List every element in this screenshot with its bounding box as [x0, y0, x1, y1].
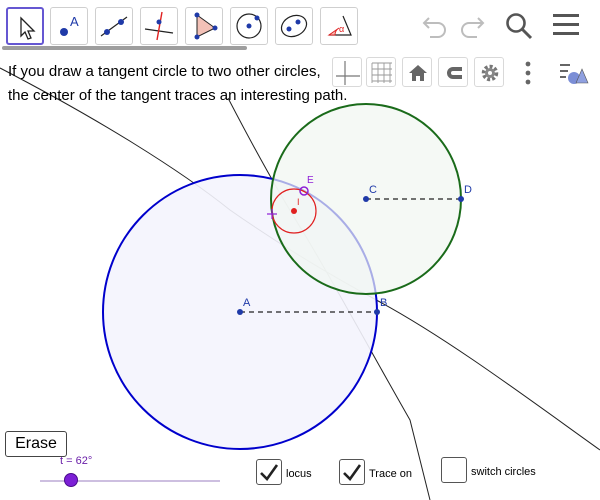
point-c[interactable] [363, 196, 369, 202]
undo-icon[interactable] [420, 10, 450, 40]
ellipse-icon [280, 14, 308, 38]
slider-label: t = 62° [60, 455, 93, 467]
label-b: B [380, 297, 387, 309]
toolbar: A α [0, 0, 600, 52]
label-i: I [297, 197, 300, 207]
point-icon: A [60, 14, 79, 36]
more-vertical-icon[interactable] [518, 60, 538, 86]
tool-perpendicular[interactable] [140, 7, 178, 45]
switch-circles-label: switch circles [471, 466, 536, 478]
menu-icon[interactable] [551, 10, 581, 40]
slider-handle[interactable] [64, 473, 78, 487]
toolbar-scrollbar[interactable] [2, 46, 247, 50]
description-text: If you draw a tangent circle to two othe… [8, 60, 348, 108]
move-arrow-icon [20, 16, 36, 40]
angle-icon: α [327, 15, 352, 36]
point-i[interactable] [291, 208, 297, 214]
search-icon[interactable] [503, 10, 535, 42]
redo-icon[interactable] [457, 10, 487, 40]
label-c: C [369, 184, 377, 196]
description-line-2: the center of the tangent traces an inte… [8, 87, 348, 104]
tool-circle[interactable] [230, 7, 268, 45]
switch-circles-checkbox[interactable] [441, 457, 467, 483]
grid-icon [371, 62, 392, 83]
snap-button[interactable] [438, 57, 468, 87]
point-b[interactable] [374, 309, 380, 315]
trace-label: Trace on [369, 468, 413, 480]
tool-angle[interactable]: α [320, 7, 358, 45]
home-button[interactable] [402, 57, 432, 87]
gear-icon [481, 64, 499, 82]
line-icon [100, 16, 128, 37]
checkmark-icon [343, 464, 362, 482]
shapes-icon[interactable] [556, 60, 592, 88]
tool-line[interactable] [95, 7, 133, 45]
perpendicular-line-icon [144, 11, 174, 41]
locus-checkbox[interactable] [256, 459, 282, 485]
grid-button[interactable] [366, 57, 396, 87]
circle-center-point-icon [236, 13, 262, 39]
polygon-icon [194, 12, 218, 40]
point-d[interactable] [458, 196, 464, 202]
erase-button[interactable]: Erase [5, 431, 67, 457]
locus-label: locus [286, 468, 312, 480]
label-d: D [464, 184, 472, 196]
tool-move[interactable] [6, 7, 44, 45]
trace-checkbox[interactable] [339, 459, 365, 485]
checkmark-icon [260, 464, 279, 482]
axes-button[interactable] [332, 57, 362, 87]
home-icon [409, 65, 427, 81]
settings-button[interactable] [474, 57, 504, 87]
point-a[interactable] [237, 309, 243, 315]
description-line-1: If you draw a tangent circle to two othe… [8, 63, 321, 80]
tool-point[interactable]: A [50, 7, 88, 45]
label-a: A [243, 297, 251, 309]
axes-icon [336, 61, 360, 85]
label-e: E [307, 175, 314, 186]
snap-magnet-icon [447, 67, 462, 79]
svg-text:α: α [339, 24, 344, 34]
tool-conic[interactable] [275, 7, 313, 45]
style-bar [328, 54, 600, 94]
svg-text:A: A [70, 14, 79, 29]
tool-polygon[interactable] [185, 7, 223, 45]
